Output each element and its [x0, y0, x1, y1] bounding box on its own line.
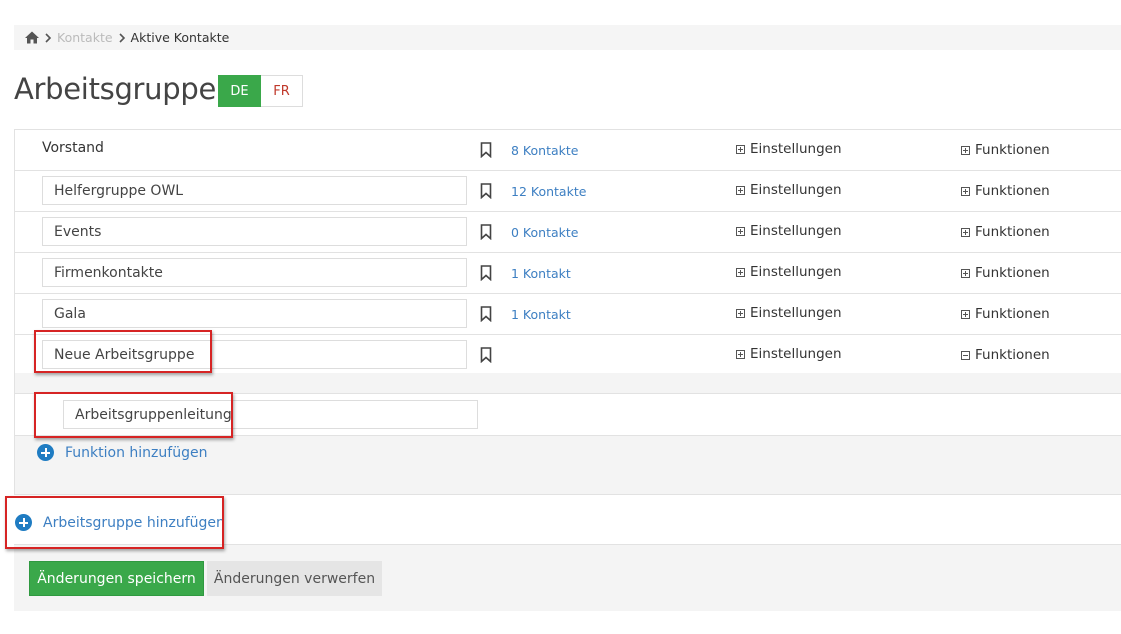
settings-toggle[interactable]: Einstellungen — [736, 346, 842, 362]
functions-toggle[interactable]: Funktionen — [961, 265, 1050, 281]
home-icon[interactable] — [25, 31, 39, 45]
table-row: Neue Arbeitsgruppe Einstellungen Funktio… — [15, 335, 1121, 375]
table-row: Helfergruppe OWL 12 Kontakte Einstellung… — [15, 171, 1121, 212]
expand-icon — [961, 268, 970, 278]
breadcrumb-link-kontakte[interactable]: Kontakte — [57, 30, 113, 45]
bookmark-icon[interactable] — [480, 265, 492, 282]
page-title: Arbeitsgruppen — [14, 72, 235, 106]
group-name-input[interactable]: Events — [42, 217, 467, 246]
language-button-fr[interactable]: FR — [261, 75, 303, 107]
settings-label: Einstellungen — [750, 141, 842, 157]
functions-toggle[interactable]: Funktionen — [961, 306, 1050, 322]
bookmark-icon[interactable] — [480, 142, 492, 159]
functions-toggle[interactable]: Funktionen — [961, 183, 1050, 199]
expand-icon — [736, 226, 745, 236]
table-row: Vorstand 8 Kontakte Einstellungen Funkti… — [15, 130, 1121, 171]
settings-toggle[interactable]: Einstellungen — [736, 223, 842, 239]
contacts-link[interactable]: 1 Kontakt — [511, 266, 571, 281]
expand-icon — [961, 227, 970, 237]
breadcrumb: Kontakte Aktive Kontakte — [14, 25, 1121, 50]
functions-label: Funktionen — [975, 306, 1050, 322]
collapse-icon — [961, 350, 970, 360]
table-row: Firmenkontakte 1 Kontakt Einstellungen F… — [15, 253, 1121, 294]
group-name-input[interactable]: Firmenkontakte — [42, 258, 467, 287]
functions-label: Funktionen — [975, 142, 1050, 158]
contacts-link[interactable]: 1 Kontakt — [511, 307, 571, 322]
functions-toggle[interactable]: Funktionen — [961, 142, 1050, 158]
functions-toggle[interactable]: Funktionen — [961, 224, 1050, 240]
add-group-button[interactable]: Arbeitsgruppe hinzufügen — [15, 514, 225, 531]
settings-label: Einstellungen — [750, 223, 842, 239]
group-name: Vorstand — [42, 140, 104, 156]
bookmark-icon[interactable] — [480, 347, 492, 364]
table-row: Gala 1 Kontakt Einstellungen Funktionen — [15, 294, 1121, 335]
settings-toggle[interactable]: Einstellungen — [736, 305, 842, 321]
divider — [14, 494, 1121, 495]
group-name-input[interactable]: Helfergruppe OWL — [42, 176, 467, 205]
contacts-link[interactable]: 8 Kontakte — [511, 143, 578, 158]
add-function-button[interactable]: Funktion hinzufügen — [37, 444, 207, 461]
expand-icon — [736, 308, 745, 318]
plus-circle-icon — [37, 444, 54, 461]
expand-icon — [736, 144, 745, 154]
breadcrumb-current: Aktive Kontakte — [130, 30, 230, 45]
contacts-link[interactable]: 0 Kontakte — [511, 225, 578, 240]
chevron-right-icon — [44, 32, 52, 43]
functions-label: Funktionen — [975, 183, 1050, 199]
function-name-input[interactable]: Arbeitsgruppenleitung — [63, 400, 478, 429]
groups-table: Vorstand 8 Kontakte Einstellungen Funkti… — [14, 129, 1121, 375]
expand-icon — [736, 267, 745, 277]
settings-toggle[interactable]: Einstellungen — [736, 182, 842, 198]
expand-icon — [736, 349, 745, 359]
group-name-input[interactable]: Neue Arbeitsgruppe — [42, 340, 467, 369]
language-switch: DE FR — [218, 75, 303, 107]
expand-icon — [961, 309, 970, 319]
group-name-input[interactable]: Gala — [42, 299, 467, 328]
add-function-label: Funktion hinzufügen — [65, 444, 208, 461]
settings-label: Einstellungen — [750, 305, 842, 321]
form-footer: Änderungen speichern Änderungen verwerfe… — [14, 544, 1121, 611]
expand-icon — [961, 186, 970, 196]
bookmark-icon[interactable] — [480, 306, 492, 323]
add-group-label: Arbeitsgruppe hinzufügen — [43, 514, 225, 531]
settings-label: Einstellungen — [750, 346, 842, 362]
language-button-de[interactable]: DE — [218, 75, 261, 107]
discard-button[interactable]: Änderungen verwerfen — [207, 561, 382, 596]
settings-toggle[interactable]: Einstellungen — [736, 141, 842, 157]
bookmark-icon[interactable] — [480, 183, 492, 200]
functions-label: Funktionen — [975, 347, 1050, 363]
functions-label: Funktionen — [975, 265, 1050, 281]
plus-circle-icon — [15, 514, 32, 531]
bookmark-icon[interactable] — [480, 224, 492, 241]
settings-label: Einstellungen — [750, 264, 842, 280]
functions-toggle[interactable]: Funktionen — [961, 347, 1050, 363]
save-button[interactable]: Änderungen speichern — [29, 561, 204, 596]
settings-label: Einstellungen — [750, 182, 842, 198]
expand-icon — [736, 185, 745, 195]
settings-toggle[interactable]: Einstellungen — [736, 264, 842, 280]
function-row: Arbeitsgruppenleitung — [15, 393, 1121, 436]
expand-icon — [961, 145, 970, 155]
table-row: Events 0 Kontakte Einstellungen Funktion… — [15, 212, 1121, 253]
functions-label: Funktionen — [975, 224, 1050, 240]
functions-panel: Arbeitsgruppenleitung Funktion hinzufüge… — [14, 373, 1121, 494]
contacts-link[interactable]: 12 Kontakte — [511, 184, 586, 199]
chevron-right-icon — [118, 32, 126, 43]
